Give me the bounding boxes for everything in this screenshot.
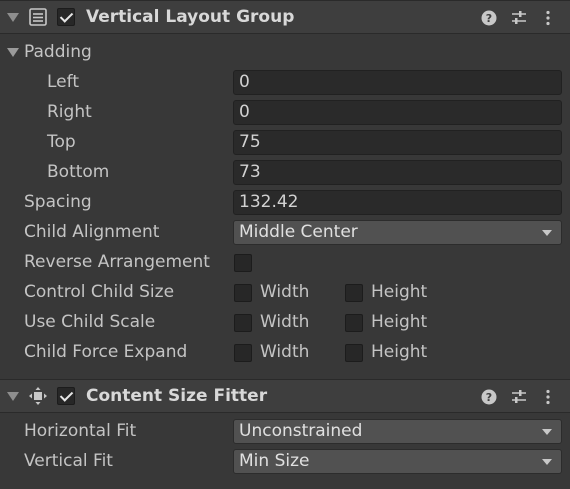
vertical-fit-dropdown[interactable]: Min Size bbox=[233, 449, 562, 474]
reverse-arrangement-checkbox[interactable] bbox=[234, 254, 252, 272]
presets-icon[interactable] bbox=[510, 9, 528, 27]
spacing-label: Spacing bbox=[24, 192, 92, 212]
help-icon[interactable]: ? bbox=[480, 388, 498, 406]
child-force-expand-height-checkbox[interactable] bbox=[345, 344, 363, 362]
child-force-expand-label: Child Force Expand bbox=[24, 342, 188, 362]
control-child-size-height-checkbox[interactable] bbox=[345, 284, 363, 302]
padding-foldout-icon[interactable] bbox=[7, 48, 19, 57]
presets-icon[interactable] bbox=[510, 388, 528, 406]
control-child-size-width-checkbox[interactable] bbox=[234, 284, 252, 302]
content-size-fitter-icon bbox=[29, 387, 47, 405]
horizontal-fit-label: Horizontal Fit bbox=[24, 421, 137, 441]
more-icon[interactable] bbox=[539, 388, 557, 406]
dropdown-arrow-icon bbox=[542, 230, 552, 236]
use-child-scale-height-checkbox[interactable] bbox=[345, 314, 363, 332]
more-icon[interactable] bbox=[539, 9, 557, 27]
vertical-layout-group-header[interactable]: Vertical Layout Group ? bbox=[0, 0, 570, 34]
control-child-size-height-label: Height bbox=[371, 282, 428, 302]
padding-left-field[interactable]: 0 bbox=[233, 70, 562, 95]
padding-left-label: Left bbox=[47, 72, 79, 92]
child-alignment-dropdown[interactable]: Middle Center bbox=[233, 220, 562, 245]
padding-right-field[interactable]: 0 bbox=[233, 100, 562, 125]
spacing-field[interactable]: 132.42 bbox=[233, 190, 562, 215]
help-icon[interactable]: ? bbox=[480, 9, 498, 27]
use-child-scale-width-label: Width bbox=[260, 312, 310, 332]
child-alignment-label: Child Alignment bbox=[24, 222, 160, 242]
list-icon bbox=[29, 8, 47, 26]
vertical-fit-value: Min Size bbox=[239, 451, 310, 471]
foldout-arrow-icon[interactable] bbox=[7, 13, 19, 22]
child-force-expand-width-label: Width bbox=[260, 342, 310, 362]
svg-text:?: ? bbox=[486, 391, 492, 404]
content-size-fitter-header[interactable]: Content Size Fitter ? bbox=[0, 379, 570, 413]
content-size-fitter-enabled-checkbox[interactable] bbox=[57, 387, 75, 405]
padding-bottom-label: Bottom bbox=[47, 162, 110, 182]
vertical-layout-group-enabled-checkbox[interactable] bbox=[57, 8, 75, 26]
control-child-size-label: Control Child Size bbox=[24, 282, 175, 302]
vertical-fit-label: Vertical Fit bbox=[24, 451, 113, 471]
control-child-size-width-label: Width bbox=[260, 282, 310, 302]
child-force-expand-height-label: Height bbox=[371, 342, 428, 362]
padding-label[interactable]: Padding bbox=[24, 42, 92, 62]
padding-bottom-field[interactable]: 73 bbox=[233, 160, 562, 185]
use-child-scale-width-checkbox[interactable] bbox=[234, 314, 252, 332]
padding-right-label: Right bbox=[47, 102, 92, 122]
dropdown-arrow-icon bbox=[542, 429, 552, 435]
use-child-scale-label: Use Child Scale bbox=[24, 312, 156, 332]
dropdown-arrow-icon bbox=[542, 459, 552, 465]
foldout-arrow-icon[interactable] bbox=[7, 392, 19, 401]
use-child-scale-height-label: Height bbox=[371, 312, 428, 332]
child-force-expand-width-checkbox[interactable] bbox=[234, 344, 252, 362]
reverse-arrangement-label: Reverse Arrangement bbox=[24, 252, 210, 272]
component-title: Content Size Fitter bbox=[86, 386, 268, 406]
padding-top-label: Top bbox=[47, 132, 76, 152]
component-title: Vertical Layout Group bbox=[86, 7, 295, 27]
padding-top-field[interactable]: 75 bbox=[233, 130, 562, 155]
child-alignment-value: Middle Center bbox=[239, 222, 358, 242]
horizontal-fit-value: Unconstrained bbox=[239, 421, 363, 441]
horizontal-fit-dropdown[interactable]: Unconstrained bbox=[233, 419, 562, 444]
svg-text:?: ? bbox=[486, 12, 492, 25]
